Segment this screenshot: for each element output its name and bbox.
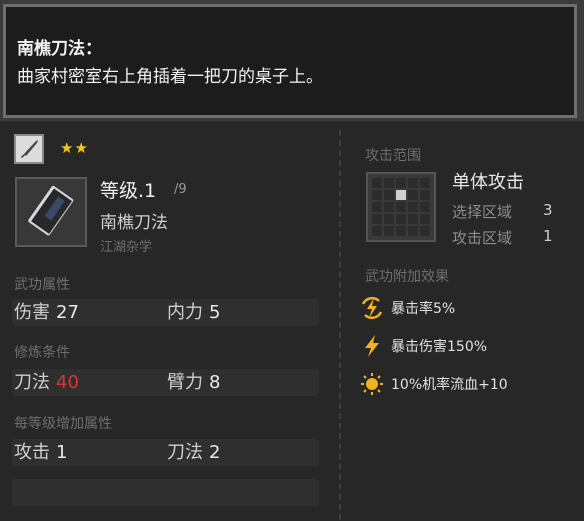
inner-label: 内力 [167,302,203,323]
blade-req-label: 刀法 [14,372,50,393]
damage-label: 伤害 [14,302,50,323]
arm-req-value: 8 [209,372,221,393]
section-effects: 武功附加效果 [365,269,449,285]
arm-requirement: 臂力 8 [167,369,220,396]
blade-category-icon [14,134,44,164]
blade-bonus-label: 刀法 [167,442,203,463]
skill-level-max: /9 [174,182,187,197]
damage-stat: 伤害 27 [14,299,79,326]
section-attack-range: 攻击范围 [365,148,421,164]
section-martial-attr: 武功属性 [14,277,70,293]
skill-category: 江湖杂学 [100,240,153,255]
arm-req-label: 臂力 [167,372,203,393]
crit-damage-icon [365,335,379,357]
blade-bonus-value: 2 [209,442,221,463]
per-level-row: 攻击 1 刀法 2 [12,439,319,466]
attack-bonus-label: 攻击 [14,442,50,463]
blade-req-value: 40 [56,372,79,393]
damage-value: 27 [56,302,79,323]
empty-row [12,479,319,506]
effect-text: 暴击伤害150% [391,339,488,355]
inner-value: 5 [209,302,221,323]
attack-bonus: 攻击 1 [14,439,67,466]
tooltip-title: 南樵刀法： [17,39,102,59]
crit-rate-icon [361,296,383,320]
tooltip-description: 曲家村密室右上角插着一把刀的桌子上。 [17,67,323,87]
attack-type: 单体攻击 [452,172,524,193]
attack-area-label: 攻击区域 [452,229,513,247]
blade-requirement: 刀法 40 [14,369,79,396]
cultivation-row: 刀法 40 臂力 8 [12,369,319,396]
bleed-icon [361,373,383,395]
attack-range-grid [366,172,436,242]
inner-stat: 内力 5 [167,299,220,326]
skill-name: 南樵刀法 [100,213,168,233]
skill-book-icon[interactable] [15,177,87,247]
effect-text: 暴击率5% [391,301,456,317]
section-cultivation: 修炼条件 [14,345,70,361]
attack-bonus-value: 1 [56,442,68,463]
target-cell [396,190,406,200]
martial-attr-row: 伤害 27 内力 5 [12,299,319,326]
select-area-value: 3 [543,201,553,219]
panel-divider [339,130,341,520]
section-per-level: 每等级增加属性 [14,416,112,432]
skill-level: 等级.1 [100,180,157,202]
tooltip-panel: 南樵刀法： 曲家村密室右上角插着一把刀的桌子上。 [3,4,577,118]
attack-area-value: 1 [543,227,553,245]
rarity-stars: ★★ [60,139,89,157]
blade-bonus: 刀法 2 [167,439,220,466]
select-area-label: 选择区域 [452,203,513,221]
effect-text: 10%机率流血+10 [391,377,508,393]
